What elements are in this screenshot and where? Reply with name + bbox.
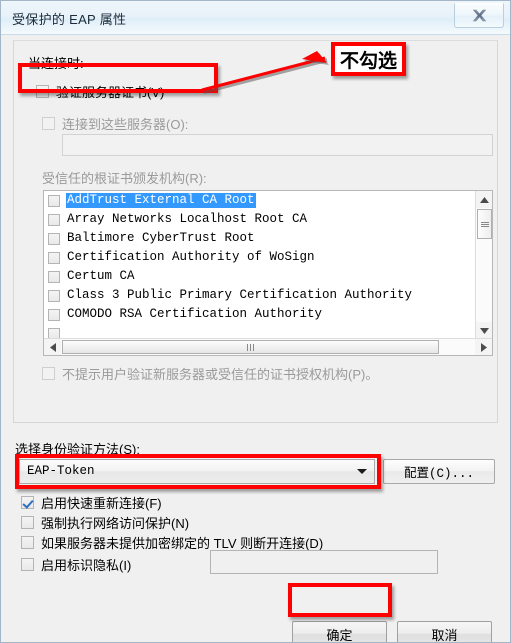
dialog-body: 当连接时: 验证服务器证书(V) 连接到这些服务器(O): 受信任的根证书颁发机… [1,35,510,642]
annotation-box-ok-button [288,583,392,617]
option-fast-reconnect-label: 启用快速重新连接(F) [41,496,162,511]
list-item[interactable]: Certification Authority of WoSign [44,248,472,267]
annotation-note-text: 不勾选 [339,50,397,72]
list-item[interactable]: Array Networks Localhost Root CA [44,210,472,229]
window-title: 受保护的 EAP 属性 [12,12,127,27]
cert-checkbox[interactable] [48,308,60,321]
horizontal-scrollbar-track[interactable] [61,339,475,355]
servers-input[interactable] [62,134,493,156]
horizontal-scrollbar[interactable] [44,338,492,355]
vertical-scrollbar-track[interactable] [476,208,492,322]
list-item[interactable]: Class 3 Public Primary Certification Aut… [44,286,472,305]
annotation-box-auth-method [15,454,381,489]
cert-checkbox[interactable] [48,213,60,226]
cert-checkbox[interactable] [48,232,60,245]
cert-label: Array Networks Localhost Root CA [67,212,308,226]
trusted-roots-list[interactable]: AddTrust External CA Root Array Networks… [43,190,493,356]
option-enforce-nap-checkbox[interactable] [21,516,34,529]
close-button[interactable] [454,3,504,28]
cert-label: Certum CA [67,269,135,283]
cert-label: COMODO RSA Certification Authority [67,307,323,321]
option-enforce-nap-label: 强制执行网络访问保护(N) [41,516,190,531]
annotation-box-validate-cert [18,63,218,93]
option-identity-privacy-label: 启用标识隐私(I) [41,558,132,573]
connect-to-servers-checkbox[interactable] [42,117,55,130]
list-item[interactable]: COMODO RSA Certification Authority [44,305,472,324]
list-item[interactable]: AddTrust External CA Root [44,191,472,210]
vertical-scrollbar[interactable] [475,191,492,339]
annotation-arrow-icon [201,51,329,94]
option-fast-reconnect-row[interactable]: 启用快速重新连接(F) [21,493,162,512]
option-identity-privacy-checkbox[interactable] [21,558,34,571]
option-fast-reconnect-checkbox[interactable] [21,496,34,509]
triangle-left-icon[interactable] [44,339,61,355]
eap-properties-dialog: 受保护的 EAP 属性 当连接时: 验证服务器证书(V) 连接到这些服务器(O)… [0,0,511,643]
server-validation-group: 当连接时: 验证服务器证书(V) 连接到这些服务器(O): 受信任的根证书颁发机… [13,40,498,423]
vertical-scrollbar-thumb[interactable] [477,209,492,239]
cancel-button[interactable]: 取消 [397,621,492,642]
list-item[interactable]: Baltimore CyberTrust Root [44,229,472,248]
triangle-down-icon[interactable] [476,322,492,339]
trusted-roots-label: 受信任的根证书颁发机构(R): [42,171,207,186]
trusted-roots-list-items: AddTrust External CA Root Array Networks… [44,191,472,343]
configure-button[interactable]: 配置(C)... [383,459,495,484]
identity-privacy-input[interactable] [210,550,438,574]
list-item[interactable]: Certum CA [44,267,472,286]
cert-checkbox[interactable] [48,270,60,283]
close-x-icon [472,9,487,22]
cert-label: Class 3 Public Primary Certification Aut… [67,288,413,302]
no-prompt-user-label: 不提示用户验证新服务器或受信任的证书授权机构(P)。 [62,367,379,382]
cert-checkbox[interactable] [48,289,60,302]
no-prompt-user-checkbox[interactable] [42,367,55,380]
option-disconnect-no-tlv-checkbox[interactable] [21,536,34,549]
cert-label: Baltimore CyberTrust Root [67,231,255,245]
title-bar: 受保护的 EAP 属性 [1,1,510,35]
horizontal-scrollbar-thumb[interactable] [62,340,439,354]
cert-checkbox[interactable] [48,251,60,264]
option-enforce-nap-row[interactable]: 强制执行网络访问保护(N) [21,513,189,532]
cert-label: AddTrust External CA Root [66,193,256,208]
connect-to-servers-row[interactable]: 连接到这些服务器(O): [42,114,188,133]
no-prompt-user-row[interactable]: 不提示用户验证新服务器或受信任的证书授权机构(P)。 [42,364,378,383]
ok-button[interactable]: 确定 [292,621,387,642]
connect-to-servers-label: 连接到这些服务器(O): [62,117,189,132]
triangle-up-icon[interactable] [476,191,492,208]
triangle-right-icon[interactable] [475,339,492,355]
cert-label: Certification Authority of WoSign [67,250,315,264]
cert-checkbox[interactable] [48,194,60,207]
option-identity-privacy-row[interactable]: 启用标识隐私(I) [21,555,131,574]
